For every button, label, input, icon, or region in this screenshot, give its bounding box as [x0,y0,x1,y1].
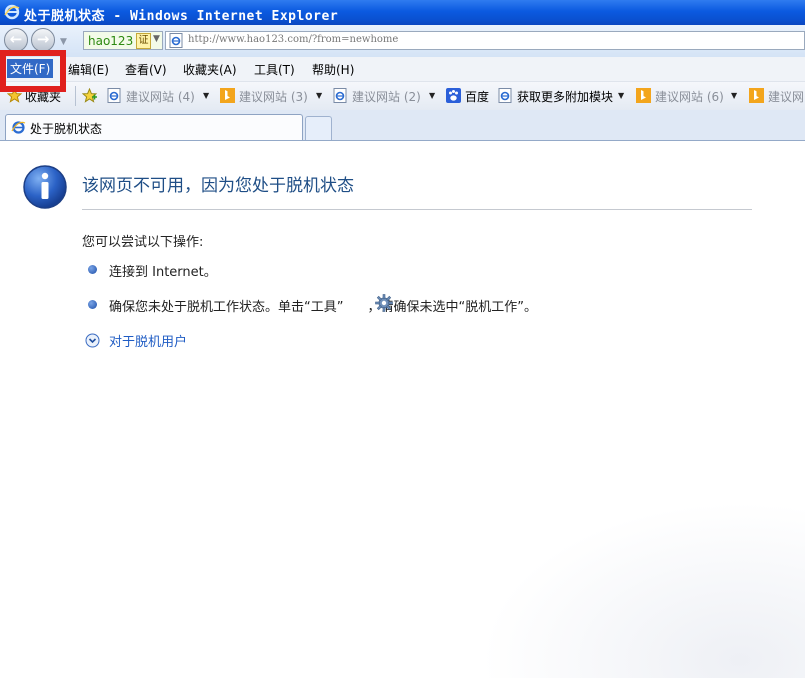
tab-label: 处于脱机状态 [30,122,103,136]
bing-icon [636,88,651,103]
highlight-box [0,50,66,92]
menu-view[interactable]: 查看(V) [125,61,167,78]
suggestion-work-offline-text: 确保您未处于脱机工作状态。单击“工具” [109,300,344,315]
forward-button[interactable]: → [31,28,55,52]
toolbar-separator [75,86,76,106]
expand-chevron-icon[interactable] [85,333,100,348]
favorite-link-suggested-2[interactable]: 建议网站 (2) [352,88,421,105]
gear-icon [375,294,393,312]
favorite-link-baidu[interactable]: 百度 [465,88,489,105]
offline-users-link[interactable]: 对于脱机用户 [109,331,187,350]
chevron-down-icon[interactable]: ▼ [203,91,209,100]
ie-icon [11,121,26,134]
favorite-link-suggested-6[interactable]: 建议网站 (6) [655,88,724,105]
address-input[interactable]: http://www.hao123.com/?from=newhome [165,31,805,50]
favorite-link-addons[interactable]: 获取更多附加模块 [517,88,613,105]
favorite-link-suggested-3[interactable]: 建议网站 (3) [239,88,308,105]
address-bar: ← → ▼ hao123 证 ▼ http://www.hao123.com/?… [0,25,805,58]
page-title: 该网页不可用，因为您处于脱机状态 [82,176,354,196]
menu-edit[interactable]: 编辑(E) [68,61,109,78]
chevron-down-icon[interactable]: ▼ [153,34,160,44]
tab-offline[interactable]: 处于脱机状态 [5,114,303,140]
bing-icon [749,88,764,103]
info-icon [23,165,67,209]
url-text: http://www.hao123.com/?from=newhome [188,34,399,45]
recent-pages-dropdown-icon[interactable]: ▼ [60,37,67,47]
menu-favorites[interactable]: 收藏夹(A) [183,61,237,78]
suggestion-work-offline: 确保您未处于脱机工作状态。单击“工具” ，请确保未选中“脱机工作”。 [109,296,537,315]
title-bar: 处于脱机状态 - Windows Internet Explorer [0,0,805,25]
favorite-link-suggested-4[interactable]: 建议网站 (4) [126,88,195,105]
window-title: 处于脱机状态 - Windows Internet Explorer [24,9,339,24]
chevron-down-icon[interactable]: ▼ [731,91,737,100]
site-identity[interactable]: hao123 证 ▼ [83,31,163,50]
chevron-down-icon[interactable]: ▼ [618,91,624,100]
menu-help[interactable]: 帮助(H) [312,61,354,78]
tab-strip: 处于脱机状态 [0,110,805,141]
suggestions-heading: 您可以尝试以下操作: [82,235,204,250]
chevron-down-icon[interactable]: ▼ [429,91,435,100]
back-button[interactable]: ← [4,28,28,52]
chevron-down-icon[interactable]: ▼ [316,91,322,100]
favorite-link-suggested-truncated[interactable]: 建议网 [768,88,804,105]
bing-icon [220,88,235,103]
divider [82,209,752,210]
ie-icon [333,88,347,103]
menu-tools[interactable]: 工具(T) [254,61,295,78]
new-tab-button[interactable] [305,116,332,140]
page-icon [169,33,183,48]
add-favorite-icon[interactable] [82,88,97,103]
background-watermark [480,501,805,678]
certificate-badge[interactable]: 证 [136,33,151,49]
suggestion-connect: 连接到 Internet。 [109,265,217,280]
baidu-paw-icon [446,88,461,103]
site-name: hao123 [88,34,134,48]
ie-logo-icon [4,4,20,20]
bullet-icon [88,265,97,274]
bullet-icon [88,300,97,309]
ie-icon [498,88,512,103]
page-content: 该网页不可用，因为您处于脱机状态 您可以尝试以下操作: 连接到 Internet… [0,141,805,678]
favorites-bar: 收藏夹 建议网站 (4) ▼ 建议网站 (3) ▼ 建议网站 (2) ▼ 百度 … [0,82,805,111]
menu-bar: 文件(F) 编辑(E) 查看(V) 收藏夹(A) 工具(T) 帮助(H) [0,57,805,82]
ie-icon [107,88,121,103]
